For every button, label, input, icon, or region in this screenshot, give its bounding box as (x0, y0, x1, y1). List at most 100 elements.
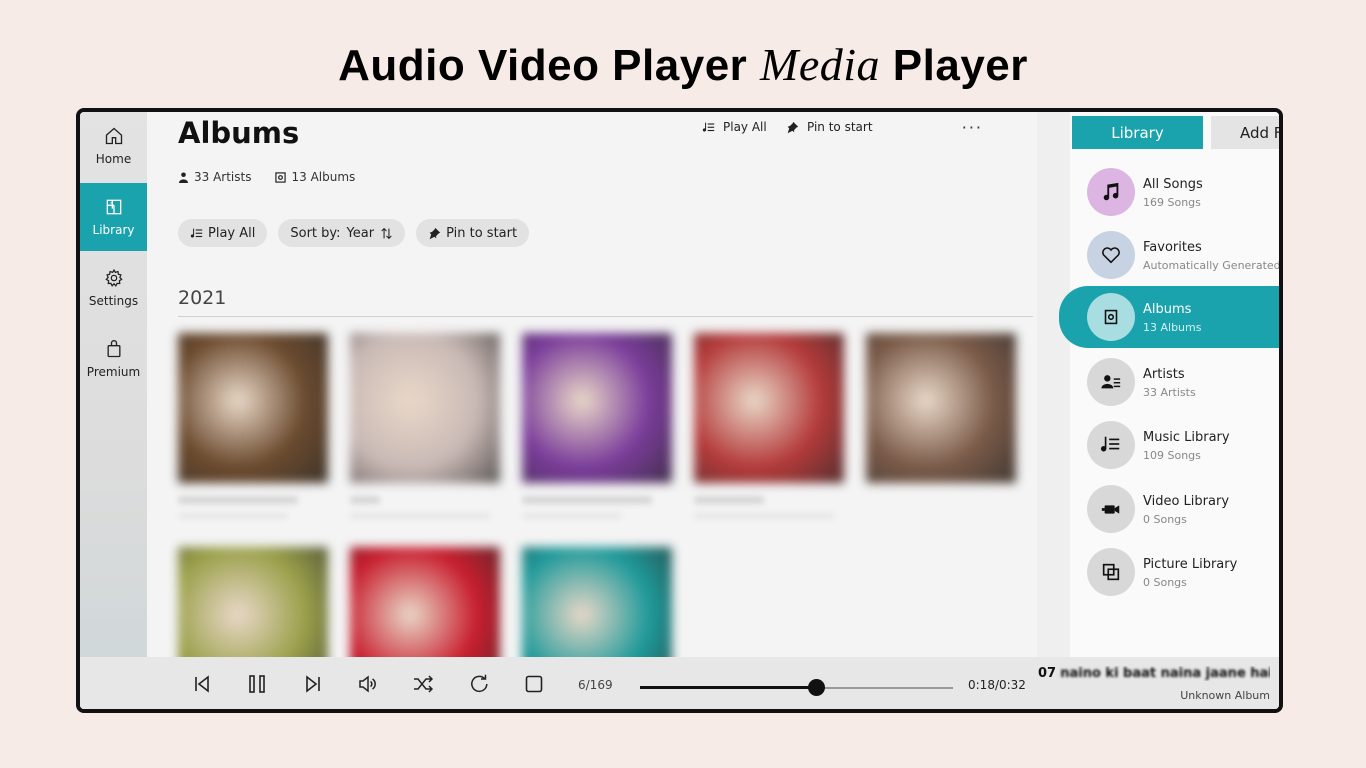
album-tile[interactable] (522, 333, 672, 483)
album-tile[interactable] (178, 333, 328, 483)
header-play-all-label: Play All (723, 120, 767, 134)
library-item-video-library[interactable]: Video Library 0 Songs (1070, 480, 1279, 538)
pin-icon (787, 121, 799, 133)
album-tile[interactable] (694, 333, 844, 483)
library-item-subtitle: 0 Songs (1143, 513, 1187, 526)
sort-by-chip[interactable]: Sort by: Year (278, 219, 406, 247)
seek-bar-thumb[interactable] (808, 679, 826, 696)
library-item-subtitle: Automatically Generated (1143, 259, 1281, 272)
banner-title-part3: Player (892, 41, 1028, 90)
track-counter: 6/169 (578, 678, 613, 692)
library-item-title: Artists (1143, 367, 1185, 382)
albums-page: Albums Play All Pin to start ··· 33 Arti… (147, 112, 1135, 697)
album-subcaption (694, 513, 834, 519)
seek-bar-progress (640, 686, 817, 689)
header-pin-label: Pin to start (807, 120, 873, 134)
library-item-favorites[interactable]: Favorites Automatically Generated (1070, 226, 1281, 284)
music-list-icon (1100, 436, 1120, 452)
library-item-title: Music Library (1143, 430, 1230, 445)
volume-icon (359, 675, 376, 693)
app-window: Home Library Settings Premium Albums Pla… (76, 108, 1283, 713)
library-item-title: Video Library (1143, 494, 1230, 509)
promo-banner-title: Audio Video Player Media Player (0, 38, 1366, 94)
home-icon (105, 127, 122, 145)
album-caption (350, 496, 380, 504)
playback-time: 0:18/0:32 (968, 678, 1026, 692)
pause-icon (249, 675, 265, 693)
shopping-bag-icon (107, 340, 120, 358)
library-icon (106, 199, 121, 215)
nav-home[interactable]: Home (80, 112, 147, 180)
library-item-subtitle: 109 Songs (1143, 449, 1201, 462)
nav-settings[interactable]: Settings (80, 254, 147, 322)
album-tile[interactable] (866, 333, 1016, 483)
side-nav: Home Library Settings Premium (80, 112, 147, 709)
album-caption (694, 496, 764, 504)
nav-premium[interactable]: Premium (80, 325, 147, 393)
library-item-subtitle: 169 Songs (1143, 196, 1201, 209)
banner-title-part2: Media (760, 39, 881, 90)
shuffle-button[interactable] (412, 673, 434, 695)
header-pin-button[interactable]: Pin to start (786, 120, 873, 134)
album-subcaption (350, 513, 490, 519)
album-tile[interactable] (350, 333, 500, 483)
nav-settings-label: Settings (88, 294, 139, 308)
library-item-title: Albums (1143, 302, 1192, 317)
add-folder-button[interactable]: Add Fo (1211, 116, 1279, 149)
album-count: 13 Albums (275, 170, 355, 184)
nav-library-label: Library (92, 223, 135, 237)
previous-button[interactable] (191, 673, 213, 695)
album-subcaption (178, 513, 288, 519)
volume-button[interactable] (357, 673, 379, 695)
library-item-picture-library[interactable]: Picture Library 0 Songs (1070, 543, 1279, 601)
library-item-albums[interactable]: Albums 13 Albums (1059, 286, 1279, 348)
heart-icon (1102, 247, 1120, 264)
year-group-header: 2021 (178, 287, 227, 309)
now-playing-track-number: 07 (1038, 666, 1057, 681)
picture-icon (1102, 563, 1120, 581)
video-camera-icon (1101, 505, 1120, 514)
nav-premium-label: Premium (86, 365, 141, 379)
play-list-icon (702, 122, 715, 132)
library-item-artists[interactable]: Artists 33 Artists (1070, 353, 1279, 411)
artist-count-label: 33 Artists (194, 170, 252, 184)
header-play-all-button[interactable]: Play All (702, 120, 767, 134)
playback-bar: 6/169 0:18/0:32 07 naino ki baat naina j… (80, 657, 1279, 709)
music-note-icon (1103, 182, 1119, 201)
library-item-subtitle: 33 Artists (1143, 386, 1196, 399)
album-caption (522, 496, 652, 504)
seek-bar[interactable] (640, 679, 953, 696)
library-item-title: All Songs (1143, 177, 1203, 192)
library-item-title: Favorites (1143, 240, 1202, 255)
repeat-button[interactable] (468, 673, 490, 695)
library-panel: Library Add Fo All Songs 169 Songs Favor… (1059, 112, 1281, 657)
page-title: Albums (178, 116, 300, 150)
skip-next-icon (306, 675, 320, 693)
library-item-subtitle: 0 Songs (1143, 576, 1187, 589)
sort-by-value: Year (346, 225, 375, 241)
header-actions: Play All Pin to start ··· (702, 118, 1037, 142)
play-all-chip[interactable]: Play All (178, 219, 268, 247)
stop-button[interactable] (523, 673, 545, 695)
pin-to-start-chip[interactable]: Pin to start (416, 219, 530, 247)
library-tab-button[interactable]: Library (1072, 116, 1203, 149)
pause-button[interactable] (246, 673, 268, 695)
pin-icon (429, 227, 441, 239)
library-item-all-songs[interactable]: All Songs 169 Songs (1070, 163, 1279, 221)
stop-icon (525, 675, 543, 693)
album-icon (275, 171, 287, 183)
artist-icon (1101, 375, 1121, 389)
album-caption (178, 496, 298, 504)
repeat-icon (471, 674, 488, 693)
next-button[interactable] (302, 673, 324, 695)
library-item-subtitle: 13 Albums (1143, 321, 1202, 334)
album-subcaption (522, 513, 622, 519)
more-options-button[interactable]: ··· (962, 118, 983, 137)
album-icon (1104, 309, 1118, 325)
nav-library[interactable]: Library (80, 183, 147, 251)
library-item-music-library[interactable]: Music Library 109 Songs (1070, 416, 1279, 474)
library-item-title: Picture Library (1143, 557, 1238, 572)
sort-arrows-icon (381, 227, 392, 239)
banner-title-part1: Audio Video Player (338, 41, 748, 90)
gear-icon (104, 268, 123, 287)
